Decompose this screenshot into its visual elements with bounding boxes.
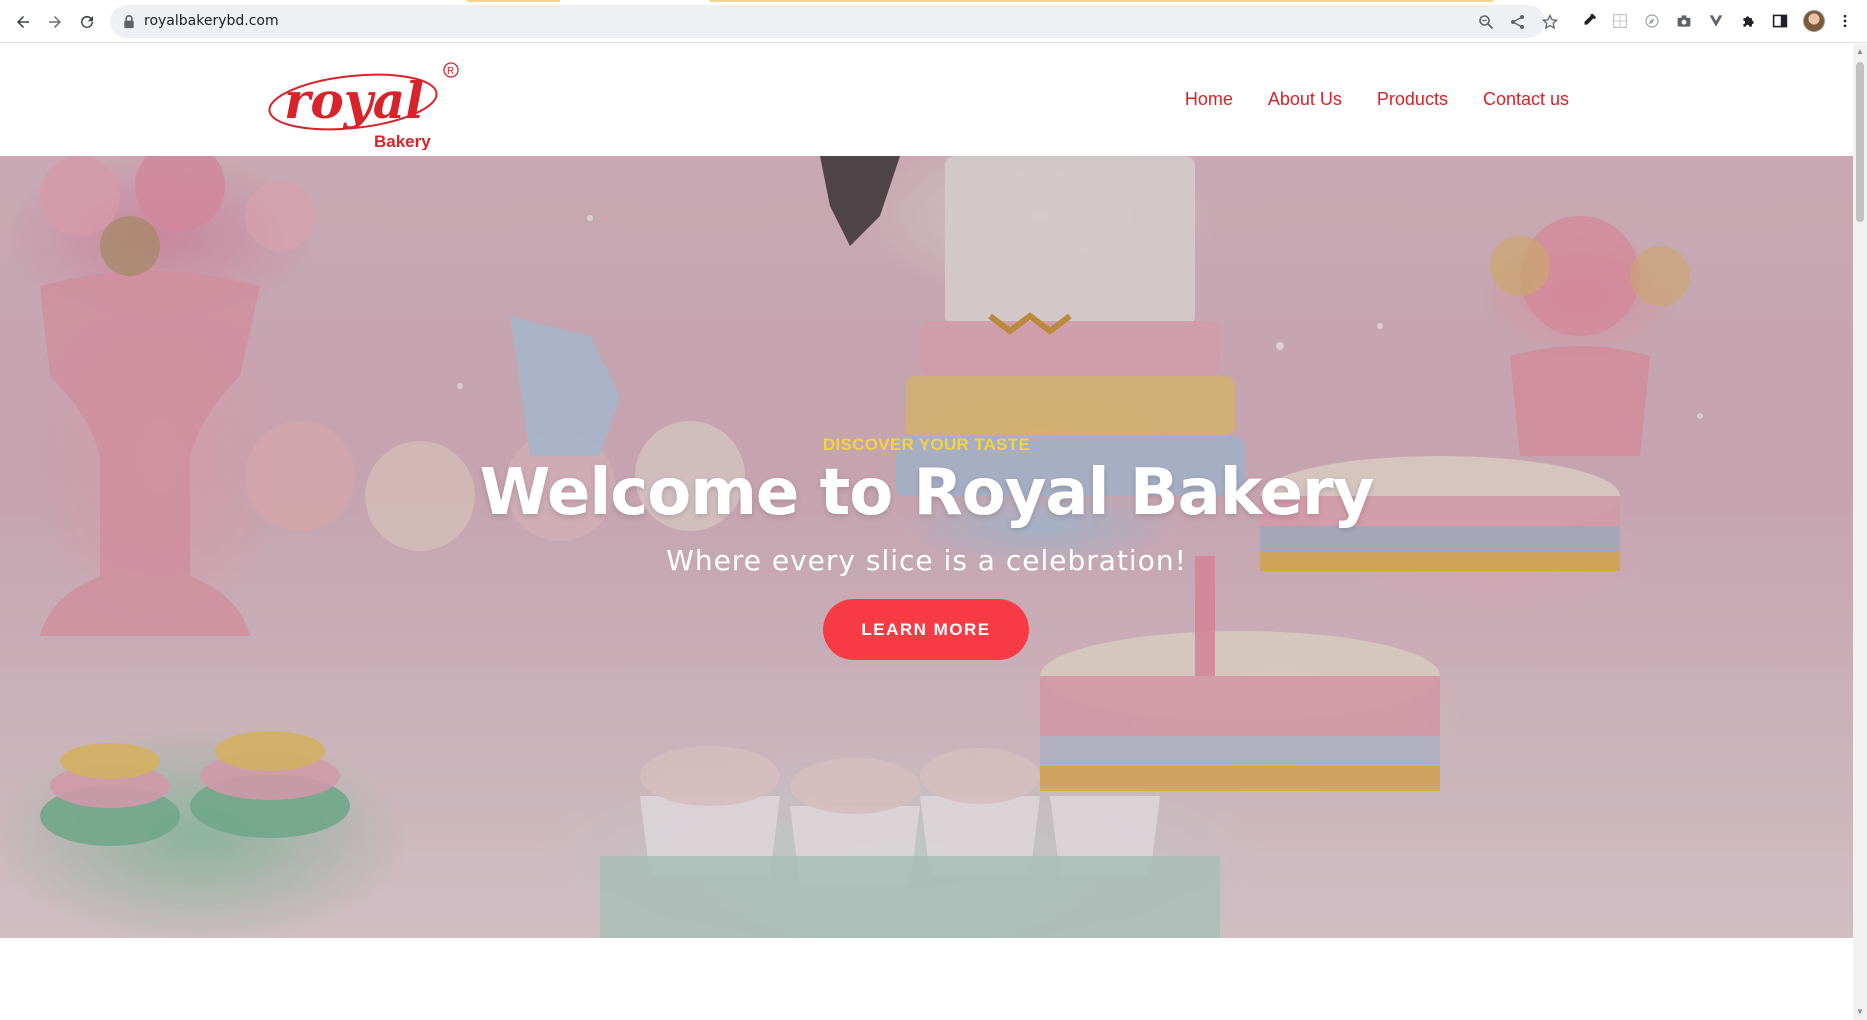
back-button[interactable]: [9, 8, 37, 36]
zoom-icon[interactable]: [1478, 14, 1494, 30]
scroll-up-arrow-icon[interactable]: ▲: [1856, 48, 1864, 56]
share-icon[interactable]: [1510, 14, 1526, 30]
address-bar[interactable]: royalbakerybd.com: [110, 5, 1558, 38]
profile-avatar[interactable]: [1803, 10, 1825, 32]
url-text: royalbakerybd.com: [144, 13, 279, 29]
nav-about-link[interactable]: About Us: [1268, 89, 1342, 110]
grid-extension-icon[interactable]: [1610, 11, 1630, 31]
hero-title: Welcome to Royal Bakery: [479, 456, 1375, 530]
browser-toolbar: royalbakerybd.com: [0, 0, 1867, 43]
arrow-right-icon: [49, 16, 61, 28]
forward-button[interactable]: [41, 8, 69, 36]
page-scrollbar[interactable]: ▲ ▼: [1853, 44, 1867, 1020]
hero-content: DISCOVER YOUR TASTE Welcome to Royal Bak…: [0, 156, 1853, 938]
eyedropper-extension-icon[interactable]: [1579, 11, 1599, 31]
learn-more-button[interactable]: LEARN MORE: [823, 599, 1029, 660]
nav-products-link[interactable]: Products: [1377, 89, 1448, 110]
page-loading-indicator: [0, 0, 1867, 2]
nav-contact-link[interactable]: Contact us: [1483, 89, 1569, 110]
svg-text:R: R: [447, 66, 454, 77]
scroll-down-arrow-icon[interactable]: ▼: [1856, 1008, 1864, 1016]
compass-extension-icon[interactable]: [1642, 11, 1662, 31]
main-navigation: Home About Us Products Contact us: [1185, 89, 1569, 110]
svg-text:royal: royal: [284, 71, 424, 130]
arrow-left-icon: [17, 16, 29, 28]
nav-home-link[interactable]: Home: [1185, 89, 1233, 110]
reload-button[interactable]: [73, 8, 101, 36]
lock-icon: [124, 15, 134, 29]
camera-extension-icon[interactable]: [1674, 11, 1694, 31]
scrollbar-thumb[interactable]: [1856, 62, 1864, 222]
site-header: royal Bakery R Home About Us Products Co…: [0, 44, 1853, 156]
hero-subtitle: Where every slice is a celebration!: [666, 544, 1187, 577]
kebab-menu-icon[interactable]: [1835, 11, 1855, 31]
puzzle-icon[interactable]: [1738, 11, 1758, 31]
royal-bakery-logo[interactable]: royal Bakery R: [266, 60, 466, 151]
svg-text:Bakery: Bakery: [374, 132, 431, 150]
reload-icon: [81, 15, 93, 28]
hero-banner: DISCOVER YOUR TASTE Welcome to Royal Bak…: [0, 156, 1853, 938]
star-icon[interactable]: [1542, 14, 1558, 30]
side-panel-icon[interactable]: [1770, 11, 1790, 31]
hero-eyebrow: DISCOVER YOUR TASTE: [822, 435, 1031, 454]
vue-extension-icon[interactable]: [1706, 11, 1726, 31]
